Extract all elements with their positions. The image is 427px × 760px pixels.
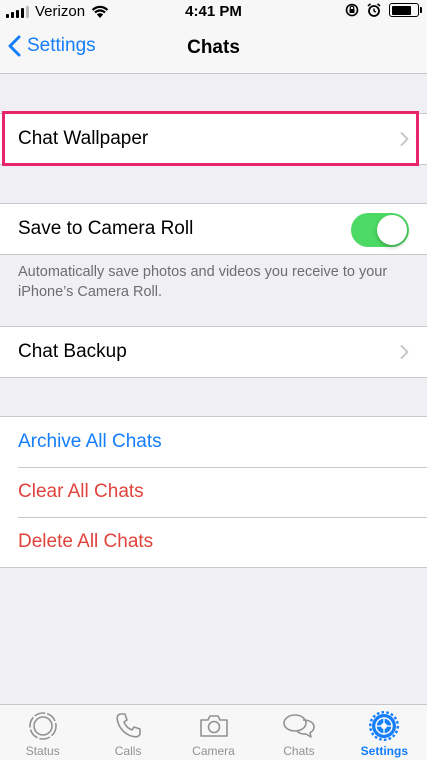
tab-camera[interactable]: Camera	[171, 705, 256, 760]
battery-icon	[389, 3, 422, 17]
tab-calls[interactable]: Calls	[85, 705, 170, 760]
tab-camera-label: Camera	[192, 744, 235, 758]
back-button[interactable]: Settings	[8, 35, 96, 57]
phone-icon	[116, 713, 141, 738]
toggle-knob	[377, 215, 407, 245]
status-icon	[28, 712, 57, 740]
tab-settings[interactable]: Settings	[342, 705, 427, 760]
camera-roll-group: Save to Camera Roll	[0, 203, 427, 255]
save-to-camera-roll-row: Save to Camera Roll	[0, 204, 427, 254]
save-to-camera-roll-label: Save to Camera Roll	[18, 218, 194, 239]
battery-level	[391, 5, 411, 15]
tab-chats-label: Chats	[283, 744, 315, 758]
gear-icon	[369, 711, 400, 741]
orientation-lock-icon	[345, 3, 359, 17]
chevron-right-icon	[400, 132, 409, 146]
wallpaper-group: Chat Wallpaper	[0, 113, 427, 165]
tab-bar: Status Calls Camera Chats Settings	[0, 704, 427, 760]
tab-status-label: Status	[25, 744, 60, 758]
tab-settings-label: Settings	[360, 744, 408, 758]
status-bar: Verizon 4:41 PM	[0, 0, 427, 24]
chevron-right-icon	[400, 345, 409, 359]
camera-roll-footer-note: Automatically save photos and videos you…	[18, 264, 388, 300]
chat-actions-group: Archive All Chats Clear All Chats Delete…	[0, 416, 427, 568]
chat-wallpaper-row[interactable]: Chat Wallpaper	[0, 114, 427, 164]
chat-wallpaper-label: Chat Wallpaper	[18, 128, 149, 149]
status-icons	[345, 3, 422, 17]
delete-all-chats-button[interactable]: Delete All Chats	[0, 517, 427, 567]
camera-icon	[199, 715, 228, 737]
clear-all-chats-button[interactable]: Clear All Chats	[0, 467, 427, 517]
back-button-label: Settings	[27, 35, 96, 56]
tab-chats[interactable]: Chats	[256, 705, 341, 760]
save-to-camera-roll-toggle[interactable]	[351, 213, 409, 247]
archive-all-chats-button[interactable]: Archive All Chats	[0, 417, 427, 467]
backup-group: Chat Backup	[0, 326, 427, 378]
tab-calls-label: Calls	[114, 744, 142, 758]
tab-status[interactable]: Status	[0, 705, 85, 760]
chevron-left-icon	[8, 35, 21, 57]
chat-backup-row[interactable]: Chat Backup	[0, 327, 427, 377]
chat-backup-label: Chat Backup	[18, 341, 127, 362]
alarm-icon	[367, 3, 381, 17]
navigation-bar: Settings Chats	[0, 24, 427, 74]
chat-bubbles-icon	[283, 714, 315, 738]
